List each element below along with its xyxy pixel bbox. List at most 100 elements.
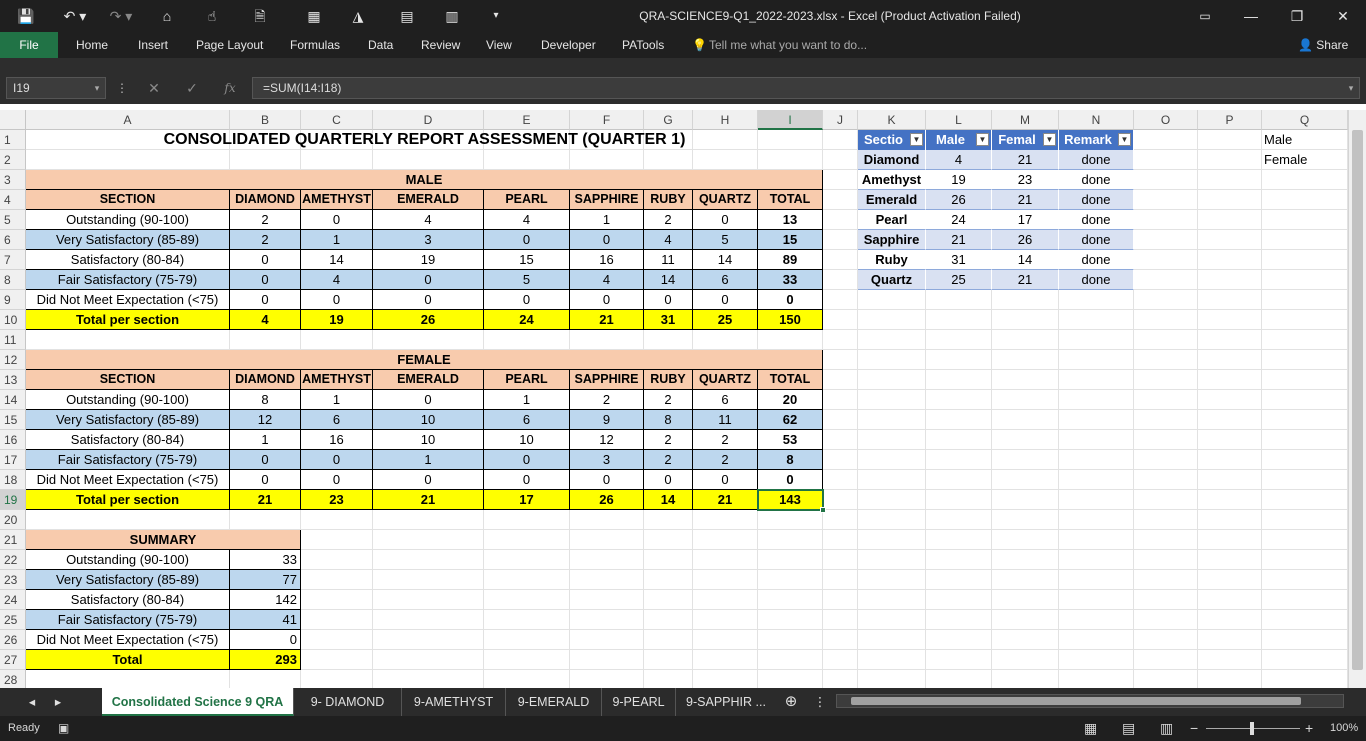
touch-mode-icon[interactable]: ☝ <box>200 0 224 32</box>
side-table-value[interactable]: 23 <box>992 170 1059 190</box>
row-header-11[interactable]: 11 <box>0 330 26 350</box>
sheet-tab-pearl[interactable]: 9-PEARL <box>602 688 676 716</box>
female-value-cell[interactable]: 10 <box>373 410 484 430</box>
female-header-diamond[interactable]: DIAMOND <box>230 370 301 390</box>
tab-formulas[interactable]: Formulas <box>290 32 340 58</box>
column-header-n[interactable]: N <box>1059 110 1134 130</box>
restore-icon[interactable]: ❐ <box>1274 0 1320 32</box>
side-table-value[interactable]: 21 <box>992 190 1059 210</box>
row-header-14[interactable]: 14 <box>0 390 26 410</box>
row-header-24[interactable]: 24 <box>0 590 26 610</box>
side-table-section[interactable]: Quartz <box>858 270 926 290</box>
sheet-tab-emerald[interactable]: 9-EMERALD <box>506 688 602 716</box>
female-row-label[interactable]: Satisfactory (80-84) <box>26 430 230 450</box>
female-row-label[interactable]: Did Not Meet Expectation (<75) <box>26 470 230 490</box>
male-value-cell[interactable]: 5 <box>693 230 758 250</box>
male-value-cell[interactable]: 16 <box>570 250 644 270</box>
female-value-cell[interactable]: 26 <box>570 490 644 510</box>
male-value-cell[interactable]: 4 <box>230 310 301 330</box>
male-header-ruby[interactable]: RUBY <box>644 190 693 210</box>
male-value-cell[interactable]: 31 <box>644 310 693 330</box>
selected-cell-i19[interactable] <box>757 489 824 511</box>
next-sheet-icon[interactable]: ▸ <box>46 688 70 716</box>
print-preview-icon[interactable]: 🗎 <box>248 0 272 32</box>
female-value-cell[interactable]: 1 <box>230 430 301 450</box>
row-header-28[interactable]: 28 <box>0 670 26 688</box>
male-value-cell[interactable]: 6 <box>693 270 758 290</box>
male-value-cell[interactable]: 14 <box>301 250 373 270</box>
female-group-label[interactable]: FEMALE <box>26 350 823 370</box>
expand-formula-bar-icon[interactable]: ▾ <box>1344 77 1358 99</box>
row-header-23[interactable]: 23 <box>0 570 26 590</box>
female-header-quartz[interactable]: QUARTZ <box>693 370 758 390</box>
column-header-e[interactable]: E <box>484 110 570 130</box>
female-value-cell[interactable]: 2 <box>693 430 758 450</box>
female-value-cell[interactable]: 20 <box>758 390 823 410</box>
male-value-cell[interactable]: 4 <box>484 210 570 230</box>
male-value-cell[interactable]: 14 <box>693 250 758 270</box>
female-value-cell[interactable]: 0 <box>301 470 373 490</box>
male-value-cell[interactable]: 19 <box>301 310 373 330</box>
male-value-cell[interactable]: 0 <box>373 270 484 290</box>
column-header-q[interactable]: Q <box>1262 110 1348 130</box>
summary-row-label[interactable]: Total <box>26 650 230 670</box>
male-value-cell[interactable]: 25 <box>693 310 758 330</box>
row-header-20[interactable]: 20 <box>0 510 26 530</box>
male-row-label[interactable]: Satisfactory (80-84) <box>26 250 230 270</box>
female-value-cell[interactable]: 23 <box>301 490 373 510</box>
fill-handle[interactable] <box>820 507 826 513</box>
female-value-cell[interactable]: 0 <box>301 450 373 470</box>
female-value-cell[interactable]: 2 <box>570 390 644 410</box>
row-header-13[interactable]: 13 <box>0 370 26 390</box>
side-table-section[interactable]: Pearl <box>858 210 926 230</box>
male-header-emerald[interactable]: EMERALD <box>373 190 484 210</box>
q-column-label[interactable]: Female <box>1262 150 1348 170</box>
male-value-cell[interactable]: 3 <box>373 230 484 250</box>
q-column-label[interactable]: Male <box>1262 130 1348 150</box>
column-header-j[interactable]: J <box>823 110 858 130</box>
sheet-tab-amethyst[interactable]: 9-AMETHYST <box>402 688 506 716</box>
female-header-amethyst[interactable]: AMETHYST <box>301 370 373 390</box>
tab-split-handle-icon[interactable]: ⋮ <box>812 688 828 716</box>
column-header-o[interactable]: O <box>1134 110 1198 130</box>
side-table-value[interactable]: done <box>1059 210 1134 230</box>
filter-dropdown-icon[interactable]: ▼ <box>1043 133 1056 146</box>
male-value-cell[interactable]: 11 <box>644 250 693 270</box>
row-header-12[interactable]: 12 <box>0 350 26 370</box>
side-table-value[interactable]: 26 <box>992 230 1059 250</box>
female-value-cell[interactable]: 9 <box>570 410 644 430</box>
summary-label[interactable]: SUMMARY <box>26 530 301 550</box>
female-value-cell[interactable]: 0 <box>570 470 644 490</box>
side-table-header[interactable]: Femal ▼ <box>992 130 1059 150</box>
male-header-diamond[interactable]: DIAMOND <box>230 190 301 210</box>
row-header-5[interactable]: 5 <box>0 210 26 230</box>
male-value-cell[interactable]: 0 <box>373 290 484 310</box>
row-header-10[interactable]: 10 <box>0 310 26 330</box>
close-icon[interactable]: ✕ <box>1320 0 1366 32</box>
male-header-pearl[interactable]: PEARL <box>484 190 570 210</box>
undo-icon[interactable]: ↶ ▾ <box>58 0 92 32</box>
side-table-value[interactable]: 14 <box>992 250 1059 270</box>
summary-row-label[interactable]: Satisfactory (80-84) <box>26 590 230 610</box>
female-row-label[interactable]: Fair Satisfactory (75-79) <box>26 450 230 470</box>
side-table-value[interactable]: done <box>1059 150 1134 170</box>
summary-row-label[interactable]: Fair Satisfactory (75-79) <box>26 610 230 630</box>
male-value-cell[interactable]: 15 <box>758 230 823 250</box>
female-value-cell[interactable]: 3 <box>570 450 644 470</box>
tell-me-search[interactable]: Tell me what you want to do... <box>709 32 867 58</box>
tab-data[interactable]: Data <box>368 32 393 58</box>
summary-row-label[interactable]: Did Not Meet Expectation (<75) <box>26 630 230 650</box>
minimize-icon[interactable]: — <box>1228 0 1274 32</box>
side-table-value[interactable]: 21 <box>926 230 992 250</box>
female-value-cell[interactable]: 53 <box>758 430 823 450</box>
summary-row-label[interactable]: Very Satisfactory (85-89) <box>26 570 230 590</box>
column-header-i[interactable]: I <box>758 110 823 130</box>
side-table-value[interactable]: 17 <box>992 210 1059 230</box>
row-header-4[interactable]: 4 <box>0 190 26 210</box>
female-value-cell[interactable]: 6 <box>693 390 758 410</box>
male-header-sapphire[interactable]: SAPPHIRE <box>570 190 644 210</box>
row-header-7[interactable]: 7 <box>0 250 26 270</box>
row-header-26[interactable]: 26 <box>0 630 26 650</box>
male-header-total[interactable]: TOTAL <box>758 190 823 210</box>
female-header-section[interactable]: SECTION <box>26 370 230 390</box>
